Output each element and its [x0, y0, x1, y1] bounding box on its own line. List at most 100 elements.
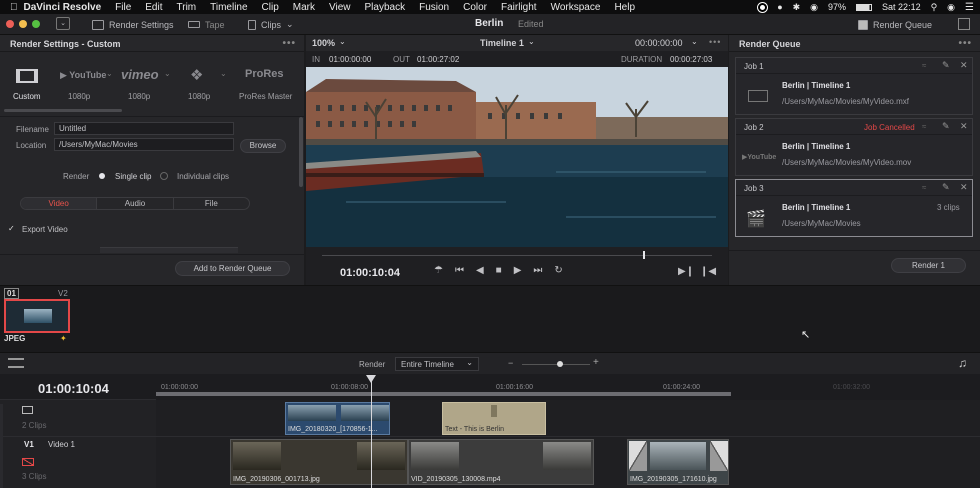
user-icon[interactable]: ● — [777, 2, 782, 12]
timeline-timecode[interactable]: 01:00:10:04 — [38, 381, 109, 396]
timeline-playhead[interactable] — [371, 378, 372, 488]
zoom-out-icon[interactable]: − — [508, 358, 513, 368]
preset-label-prores[interactable]: ProRes Master — [239, 92, 292, 101]
play-reverse-icon[interactable]: ◀ — [476, 265, 484, 279]
preset-label-twitter[interactable]: 1080p — [188, 92, 210, 101]
preset-label-youtube[interactable]: 1080p — [68, 92, 90, 101]
menu-mark[interactable]: Mark — [293, 2, 315, 13]
youtube-icon[interactable]: ▶ YouTube — [60, 70, 106, 81]
transition-marker[interactable] — [629, 441, 647, 471]
twitter-icon[interactable]: ❖ — [190, 66, 203, 84]
timeline-clip[interactable]: IMG_20180320_[170856-1... — [285, 402, 390, 435]
timeline-clip[interactable]: VID_20190305_130008.mp4 — [408, 439, 594, 485]
render-queue-toggle[interactable]: Render Queue — [858, 17, 932, 32]
zoom-slider[interactable] — [522, 364, 590, 365]
expand-icon[interactable] — [958, 18, 970, 30]
edit-icon[interactable]: ✎ — [942, 182, 950, 193]
more-options-icon[interactable]: ••• — [282, 38, 296, 49]
tab-video[interactable]: Video — [21, 198, 97, 209]
app-menu[interactable]: DaVinci Resolve — [24, 2, 102, 13]
music-note-icon[interactable]: ♫ — [958, 356, 967, 370]
siri-icon[interactable]: ◉ — [947, 2, 955, 13]
individual-clips-radio[interactable] — [160, 172, 168, 180]
menu-view[interactable]: View — [329, 2, 351, 13]
close-icon[interactable]: ✕ — [960, 182, 968, 193]
menu-trim[interactable]: Trim — [177, 2, 197, 13]
timeline-clip[interactable]: IMG_20190305_171610.jpg — [627, 439, 729, 485]
menu-playback[interactable]: Playback — [365, 2, 406, 13]
tab-file[interactable]: File — [172, 198, 249, 209]
playhead-handle[interactable] — [366, 375, 376, 383]
film-icon[interactable] — [16, 69, 38, 83]
minimize-window-button[interactable] — [19, 20, 27, 28]
render-all-button[interactable]: Render 1 — [891, 258, 966, 273]
edit-icon[interactable]: ✎ — [942, 60, 950, 71]
dropdown-icon[interactable]: ⌄ — [56, 17, 70, 30]
stop-icon[interactable]: ■ — [496, 265, 502, 279]
render-settings-toggle[interactable]: Render Settings — [92, 17, 174, 32]
notification-center-icon[interactable]: ☰ — [965, 2, 974, 13]
menu-edit[interactable]: Edit — [145, 2, 162, 13]
chevron-down-icon[interactable]: ⌄ — [528, 37, 535, 46]
clips-toggle[interactable]: Clips ⌄ — [248, 17, 294, 32]
tab-audio[interactable]: Audio — [96, 198, 172, 209]
close-icon[interactable]: ✕ — [960, 60, 968, 71]
menu-timeline[interactable]: Timeline — [210, 2, 247, 13]
chevron-down-icon[interactable]: ⌄ — [106, 69, 113, 78]
menu-fusion[interactable]: Fusion — [419, 2, 449, 13]
menu-file[interactable]: File — [115, 2, 131, 13]
zoom-slider-knob[interactable] — [557, 361, 563, 367]
tape-toggle[interactable]: Tape — [188, 17, 225, 32]
menu-workspace[interactable]: Workspace — [551, 2, 601, 13]
filename-input[interactable]: Untitled — [54, 122, 234, 135]
vimeo-icon[interactable]: vimeo — [121, 67, 159, 82]
edit-icon[interactable]: ✎ — [942, 121, 950, 132]
in-timecode[interactable]: 01:00:00:00 — [329, 55, 371, 64]
menu-help[interactable]: Help — [614, 2, 635, 13]
prores-icon[interactable]: ProRes — [245, 68, 284, 80]
close-window-button[interactable] — [6, 20, 14, 28]
play-icon[interactable]: ▶ — [514, 265, 522, 279]
volume-icon[interactable]: ☂ — [434, 265, 443, 279]
chevron-down-icon[interactable]: ⌄ — [220, 69, 227, 78]
export-video-checkbox[interactable]: ✓ — [8, 224, 15, 233]
track-disabled-icon[interactable] — [22, 458, 34, 466]
clip-thumbnail[interactable] — [4, 299, 70, 333]
zoom-window-button[interactable] — [32, 20, 40, 28]
single-clip-radio[interactable] — [99, 173, 105, 179]
bluetooth-icon[interactable]: ✱ — [793, 2, 801, 13]
timeline-clip[interactable]: IMG_20190306_001713.jpg — [230, 439, 408, 485]
timeline-options-icon[interactable] — [8, 358, 24, 368]
more-options-icon[interactable]: ••• — [709, 37, 721, 47]
track-header-v1[interactable]: V1 Video 1 3 Clips — [0, 437, 156, 488]
apple-icon[interactable]:  — [10, 2, 18, 13]
scrubber-playhead[interactable] — [643, 251, 645, 259]
battery-icon[interactable] — [856, 3, 873, 11]
render-job-2[interactable]: Job 2 Job Cancelled ≈ ✎ ✕ ▶YouTube Berli… — [735, 118, 973, 176]
browse-button[interactable]: Browse — [240, 139, 286, 153]
scrubber-track[interactable] — [322, 255, 712, 256]
render-range-select[interactable]: Entire Timeline ⌄ — [395, 357, 479, 371]
render-job-3[interactable]: Job 3 ≈ ✎ ✕ 🎬 Berlin | Timeline 1 3 clip… — [735, 179, 973, 237]
format-row-partial[interactable] — [100, 247, 238, 253]
render-job-1[interactable]: Job 1 ≈ ✎ ✕ Berlin | Timeline 1 /Users/M… — [735, 57, 973, 115]
transition-marker[interactable] — [710, 441, 728, 471]
preset-label-vimeo[interactable]: 1080p — [128, 92, 150, 101]
wifi-icon[interactable]: ◉ — [810, 2, 818, 13]
timeline-title-clip[interactable]: Text - This is Berlin — [442, 402, 546, 435]
video-frame[interactable] — [306, 67, 728, 247]
close-icon[interactable]: ✕ — [960, 121, 968, 132]
panel-scrollbar[interactable] — [299, 117, 303, 187]
menu-fairlight[interactable]: Fairlight — [501, 2, 537, 13]
viewer-timecode[interactable]: 00:00:00:00 — [635, 38, 683, 48]
out-timecode[interactable]: 01:00:27:02 — [417, 55, 459, 64]
preset-scrollbar[interactable] — [4, 109, 122, 112]
record-icon[interactable] — [758, 2, 768, 12]
track-lane-v2[interactable] — [156, 400, 980, 437]
zoom-select[interactable]: 100% — [312, 38, 335, 48]
track-header-v2[interactable]: 2 Clips — [0, 400, 156, 437]
timeline-select[interactable]: Timeline 1 — [480, 38, 524, 48]
chevron-down-icon[interactable]: ⌄ — [339, 37, 346, 46]
loop-icon[interactable]: ↻ — [554, 265, 562, 279]
chevron-down-icon[interactable]: ⌄ — [691, 37, 698, 46]
